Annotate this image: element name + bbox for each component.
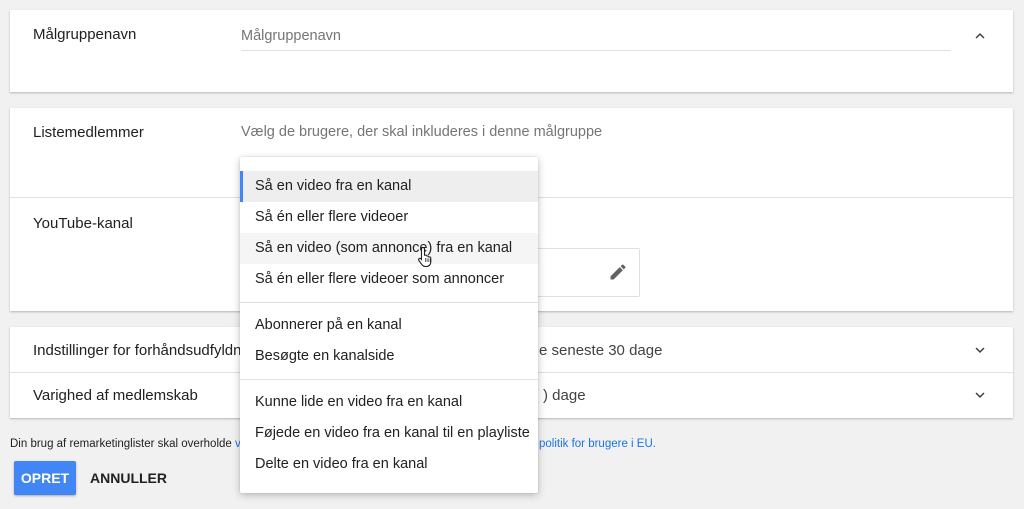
menu-item-watched-video-from-channel[interactable]: Så en video fra en kanal bbox=[240, 171, 538, 202]
audience-name-label: Målgruppenavn bbox=[33, 26, 137, 43]
chevron-up-icon[interactable] bbox=[971, 27, 989, 45]
menu-item-watched-videos[interactable]: Så én eller flere videoer bbox=[240, 202, 538, 233]
pencil-icon[interactable] bbox=[608, 262, 628, 282]
menu-item-liked-video[interactable]: Kunne lide en video fra en kanal bbox=[240, 387, 538, 418]
menu-divider bbox=[240, 379, 538, 380]
chevron-down-icon[interactable] bbox=[971, 341, 989, 359]
prefill-value: e seneste 30 dage bbox=[539, 342, 663, 359]
duration-value: ) dage bbox=[543, 387, 586, 404]
duration-label: Varighed af medlemskab bbox=[33, 387, 198, 404]
audience-name-input[interactable] bbox=[241, 22, 951, 51]
menu-item-subscribed-channel[interactable]: Abonnerer på en kanal bbox=[240, 310, 538, 341]
policy-link-right[interactable]: politik for brugere i EU. bbox=[539, 438, 656, 450]
footer-prefix: Din brug af remarketinglister skal overh… bbox=[10, 438, 232, 450]
cancel-button[interactable]: ANNULLER bbox=[84, 461, 167, 495]
list-members-hint: Vælg de brugere, der skal inkluderes i d… bbox=[241, 124, 603, 140]
menu-item-visited-channel-page[interactable]: Besøgte en kanalside bbox=[240, 341, 538, 372]
activity-dropdown-menu: Så en video fra en kanal Så én eller fle… bbox=[240, 157, 538, 493]
menu-divider bbox=[240, 302, 538, 303]
menu-item-watched-videos-as-ads[interactable]: Så én eller flere videoer som annoncer bbox=[240, 264, 538, 295]
footer-policy-text-right: politik for brugere i EU. bbox=[539, 438, 656, 450]
audience-name-card: Målgruppenavn bbox=[10, 10, 1013, 92]
chevron-down-icon[interactable] bbox=[971, 386, 989, 404]
menu-item-shared-video[interactable]: Delte en video fra en kanal bbox=[240, 449, 538, 480]
create-button[interactable]: OPRET bbox=[14, 461, 76, 495]
hand-cursor-icon bbox=[417, 246, 435, 268]
prefill-label: Indstillinger for forhåndsudfyldni bbox=[33, 342, 245, 359]
menu-item-watched-ad-from-channel[interactable]: Så en video (som annonce) fra en kanal bbox=[240, 233, 538, 264]
list-members-label: Listemedlemmer bbox=[33, 124, 144, 141]
footer-policy-text-left: Din brug af remarketinglister skal overh… bbox=[10, 438, 241, 450]
youtube-channel-label: YouTube-kanal bbox=[33, 215, 133, 232]
menu-item-added-to-playlist[interactable]: Føjede en video fra en kanal til en play… bbox=[240, 418, 538, 449]
